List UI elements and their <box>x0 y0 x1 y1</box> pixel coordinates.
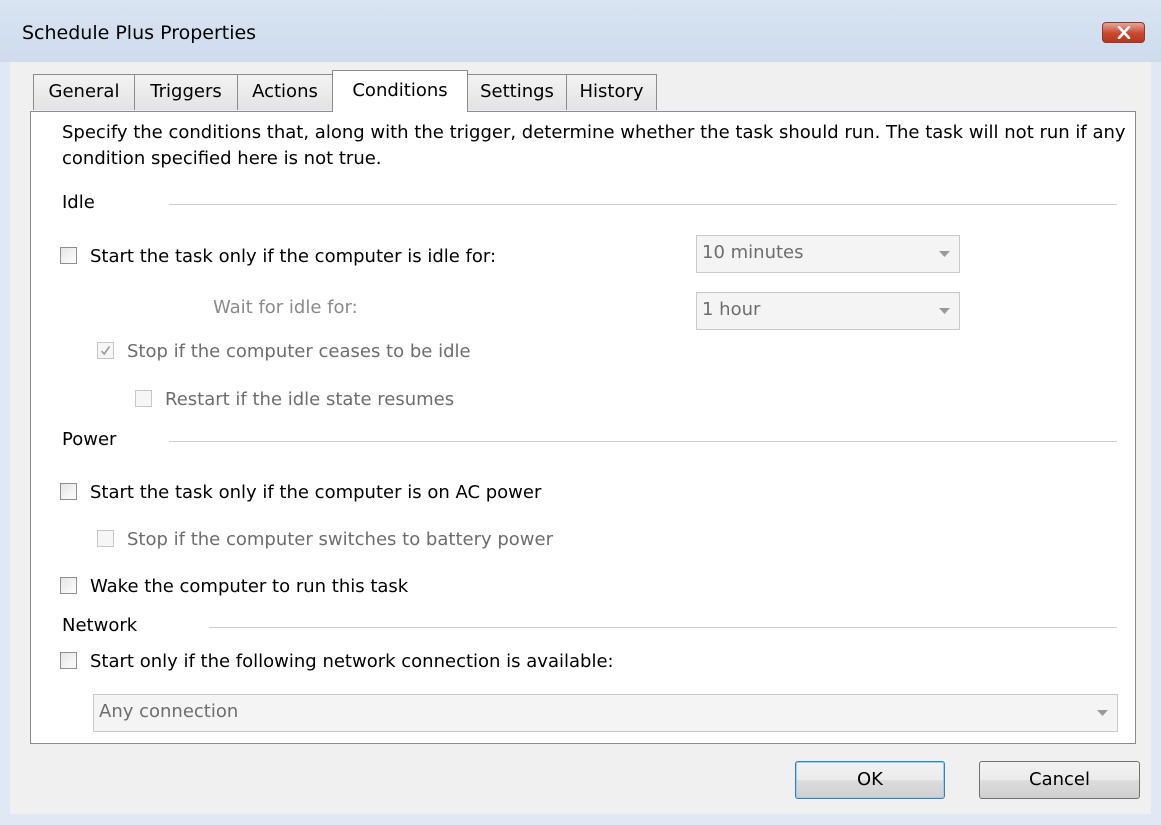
stop-if-not-idle-label: Stop if the computer ceases to be idle <box>127 341 471 362</box>
wake-to-run-label: Wake the computer to run this task <box>90 576 409 597</box>
description-text: Specify the conditions that, along with … <box>62 122 1126 169</box>
chevron-down-icon <box>939 308 950 314</box>
network-connection-value: Any connection <box>99 701 239 722</box>
wake-to-run-checkbox[interactable] <box>60 577 77 594</box>
idle-heading: Idle <box>62 192 95 213</box>
conditions-panel: Specify the conditions that, along with … <box>30 111 1136 744</box>
network-heading: Network <box>62 615 138 636</box>
idle-duration-dropdown[interactable]: 10 minutes <box>696 235 960 273</box>
start-if-network-checkbox[interactable] <box>60 652 77 669</box>
network-divider <box>209 627 1117 628</box>
wait-duration-value: 1 hour <box>702 299 761 320</box>
power-heading: Power <box>62 429 117 450</box>
wait-for-idle-label: Wait for idle for: <box>213 297 358 318</box>
restart-if-idle-checkbox[interactable] <box>135 390 152 407</box>
tab-settings[interactable]: Settings <box>467 74 567 110</box>
ok-button[interactable]: OK <box>795 761 945 799</box>
close-button[interactable] <box>1102 22 1145 43</box>
tab-general[interactable]: General <box>33 74 135 110</box>
cancel-button[interactable]: Cancel <box>979 761 1140 799</box>
tab-triggers[interactable]: Triggers <box>134 74 238 110</box>
start-on-ac-label: Start the task only if the computer is o… <box>90 482 542 503</box>
restart-if-idle-label: Restart if the idle state resumes <box>165 389 455 410</box>
title-bar: Schedule Plus Properties <box>0 0 1161 62</box>
idle-divider <box>169 204 1117 205</box>
dialog-client-area: General Triggers Actions Conditions Sett… <box>10 62 1151 814</box>
start-if-idle-label: Start the task only if the computer is i… <box>90 246 497 267</box>
checkmark-icon <box>100 346 111 356</box>
close-icon <box>1117 26 1131 39</box>
chevron-down-icon <box>1097 710 1108 716</box>
tab-history[interactable]: History <box>566 74 657 110</box>
power-divider <box>169 441 1117 442</box>
idle-duration-value: 10 minutes <box>702 242 804 263</box>
wait-duration-dropdown[interactable]: 1 hour <box>696 292 960 330</box>
window-title: Schedule Plus Properties <box>22 22 257 44</box>
stop-on-battery-checkbox[interactable] <box>97 530 114 547</box>
tab-conditions[interactable]: Conditions <box>332 70 468 112</box>
start-on-ac-checkbox[interactable] <box>60 483 77 500</box>
dialog-window: Schedule Plus Properties General Trigger… <box>0 0 1161 825</box>
tab-actions[interactable]: Actions <box>237 74 333 110</box>
start-if-network-label: Start only if the following network conn… <box>90 651 614 672</box>
start-if-idle-checkbox[interactable] <box>60 247 77 264</box>
stop-on-battery-label: Stop if the computer switches to battery… <box>127 529 553 550</box>
chevron-down-icon <box>939 251 950 257</box>
network-connection-dropdown[interactable]: Any connection <box>93 694 1118 732</box>
stop-if-not-idle-checkbox[interactable] <box>97 342 114 359</box>
